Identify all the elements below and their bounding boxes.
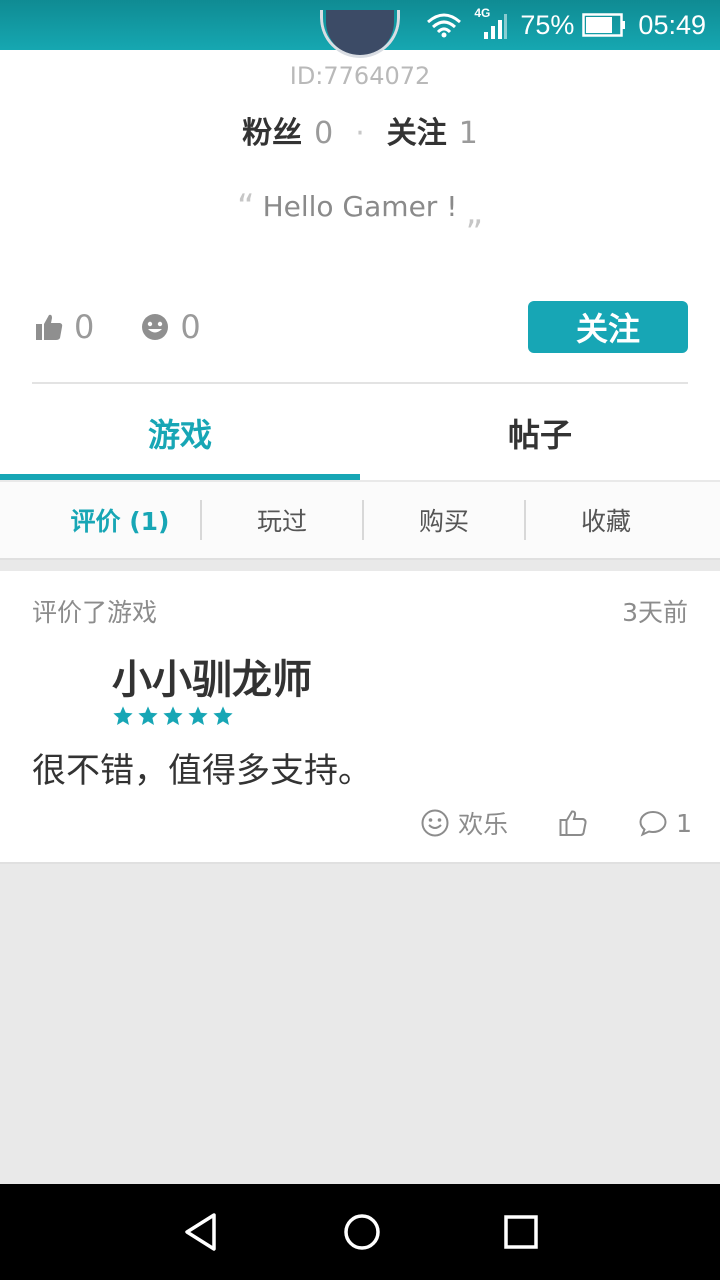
fun-count: 0 [180,308,201,346]
like-button[interactable] [558,808,588,838]
subtab-played[interactable]: 玩过 [202,500,362,540]
follow-button[interactable]: 关注 [528,301,688,353]
review-action: 评价了游戏 [32,598,158,627]
cell-signal-icon: 4G [474,6,508,40]
review-meta: 欢乐 1 [420,805,692,841]
comment-icon [639,810,667,837]
open-quote-icon: “ [236,187,255,227]
game-title[interactable]: 小小驯龙师 [112,647,312,705]
close-quote-icon: ” [465,213,484,253]
battery-icon [582,13,626,37]
star-rating [112,705,234,727]
home-icon[interactable] [342,1212,382,1252]
user-motto: “ Hello Gamer ! ” [0,190,720,250]
recents-icon[interactable] [503,1214,539,1250]
profile-header: ID:7764072 粉丝 0 · 关注 1 “ Hello Gamer ! ”… [0,10,720,480]
profile-reactions: 0 0 [34,308,201,346]
smiley-icon[interactable] [140,312,170,342]
motto-text: Hello Gamer ! [262,190,458,223]
system-nav-bar [0,1184,720,1280]
following-label[interactable]: 关注 [387,108,447,152]
subtab-reviews[interactable]: 评价 (1) [40,500,200,540]
star-icon [113,706,133,725]
review-time: 3天前 [622,598,688,627]
following-count[interactable]: 1 [459,116,478,151]
star-icon [188,706,208,725]
star-icon [213,706,233,725]
follow-stats: 粉丝 0 · 关注 1 [0,108,720,152]
clock: 05:49 [638,9,706,40]
subtab-favorites[interactable]: 收藏 [526,500,686,540]
review-comment: 很不错，值得多支持。 [32,751,372,791]
thumbs-up-icon[interactable] [34,312,64,342]
wifi-icon [427,13,462,38]
fun-reaction-label: 欢乐 [458,810,509,839]
comment-button[interactable]: 1 [638,809,692,838]
user-id: ID:7764072 [289,62,431,90]
tab-games[interactable]: 游戏 [0,386,360,480]
likes-count: 0 [74,308,95,346]
comment-count: 1 [676,808,692,838]
subtab-purchased[interactable]: 购买 [364,500,524,540]
star-icon [163,706,183,725]
divider [32,382,688,384]
smiley-outline-icon [421,809,449,837]
thumbs-up-outline-icon [559,810,587,836]
separator-dot: · [355,116,365,151]
sub-tabs: 评价 (1) 玩过 购买 收藏 [0,482,720,560]
fans-count[interactable]: 0 [314,116,333,151]
review-card[interactable]: 评价了游戏 3天前 小小驯龙师 很不错，值得多支持。 欢乐 1 [0,571,720,864]
fun-reaction-button[interactable]: 欢乐 [420,805,508,841]
fans-label[interactable]: 粉丝 [242,108,302,152]
battery-percent: 75% [520,9,575,40]
star-icon [138,706,158,725]
back-icon[interactable] [181,1211,221,1253]
tab-posts[interactable]: 帖子 [360,386,720,480]
avatar[interactable] [320,10,400,58]
main-tabs: 游戏 帖子 [0,386,720,480]
